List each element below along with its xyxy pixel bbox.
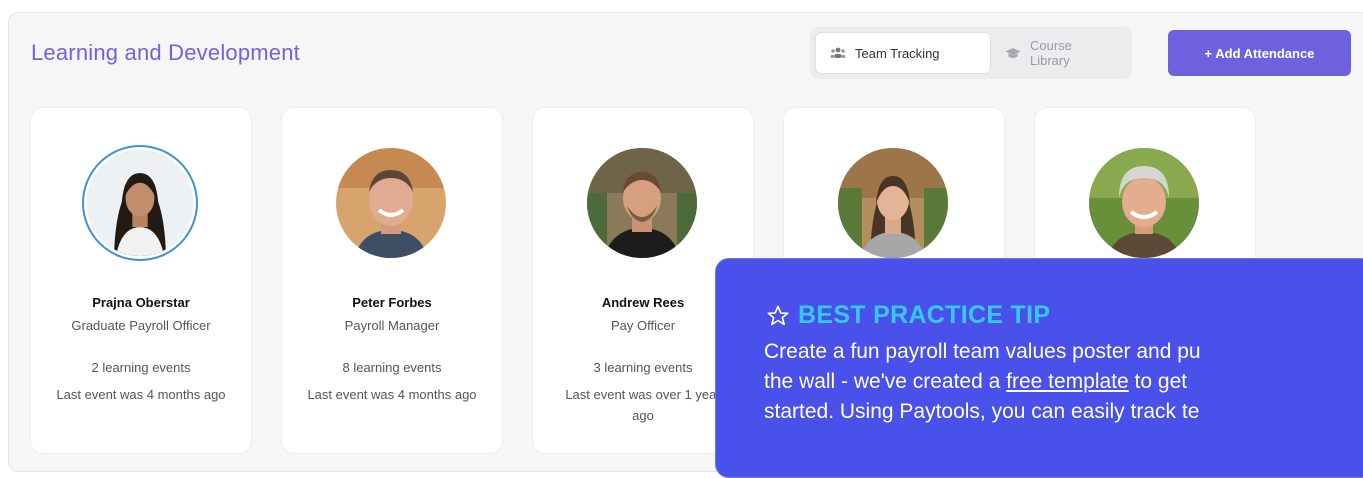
page-title: Learning and Development xyxy=(31,40,300,65)
member-last-event: Last event was 4 months ago xyxy=(56,387,226,402)
tip-line: started. Using Paytools, you can easily … xyxy=(764,400,1200,423)
add-attendance-button[interactable]: + Add Attendance xyxy=(1168,30,1351,76)
member-events: 2 learning events xyxy=(91,360,191,375)
member-name: Prajna Oberstar xyxy=(92,295,190,310)
tip-text: to get xyxy=(1128,370,1188,393)
tip-text: the wall - we've created a xyxy=(764,370,1007,393)
avatar xyxy=(587,148,697,258)
member-last-event: Last event was 4 months ago xyxy=(307,387,477,402)
tab-team-tracking[interactable]: Team Tracking xyxy=(815,32,991,74)
avatar xyxy=(87,150,193,256)
tab-team-tracking-label: Team Tracking xyxy=(855,45,940,61)
team-member-card[interactable]: Prajna Oberstar Graduate Payroll Officer… xyxy=(31,108,251,453)
star-icon xyxy=(767,305,789,325)
member-last-event: Last event was over 1 year ago xyxy=(565,387,721,423)
member-role: Payroll Manager xyxy=(344,318,440,333)
free-template-link[interactable]: free template xyxy=(1006,370,1129,393)
tab-course-library[interactable]: Course Library xyxy=(991,32,1127,74)
team-icon xyxy=(830,47,846,58)
team-member-card[interactable]: Peter Forbes Payroll Manager 8 learning … xyxy=(282,108,502,453)
best-practice-tip: BEST PRACTICE TIP Create a fun payroll t… xyxy=(715,258,1363,478)
avatar xyxy=(838,148,948,258)
tip-heading: BEST PRACTICE TIP xyxy=(766,301,1050,330)
member-events: 8 learning events xyxy=(342,360,442,375)
tip-heading-text: BEST PRACTICE TIP xyxy=(798,301,1051,329)
view-toggle: Team Tracking Course Library xyxy=(810,27,1132,79)
tip-line: Create a fun payroll team values poster … xyxy=(764,340,1201,363)
tip-line: the wall - we've created a free template… xyxy=(764,367,1363,397)
avatar xyxy=(336,148,446,258)
member-name: Peter Forbes xyxy=(352,295,432,310)
avatar xyxy=(1089,148,1199,258)
member-role: Graduate Payroll Officer xyxy=(71,318,211,333)
tip-body: Create a fun payroll team values poster … xyxy=(764,337,1363,427)
tab-course-library-label: Course Library xyxy=(1030,38,1072,68)
graduation-cap-icon xyxy=(1005,47,1021,58)
